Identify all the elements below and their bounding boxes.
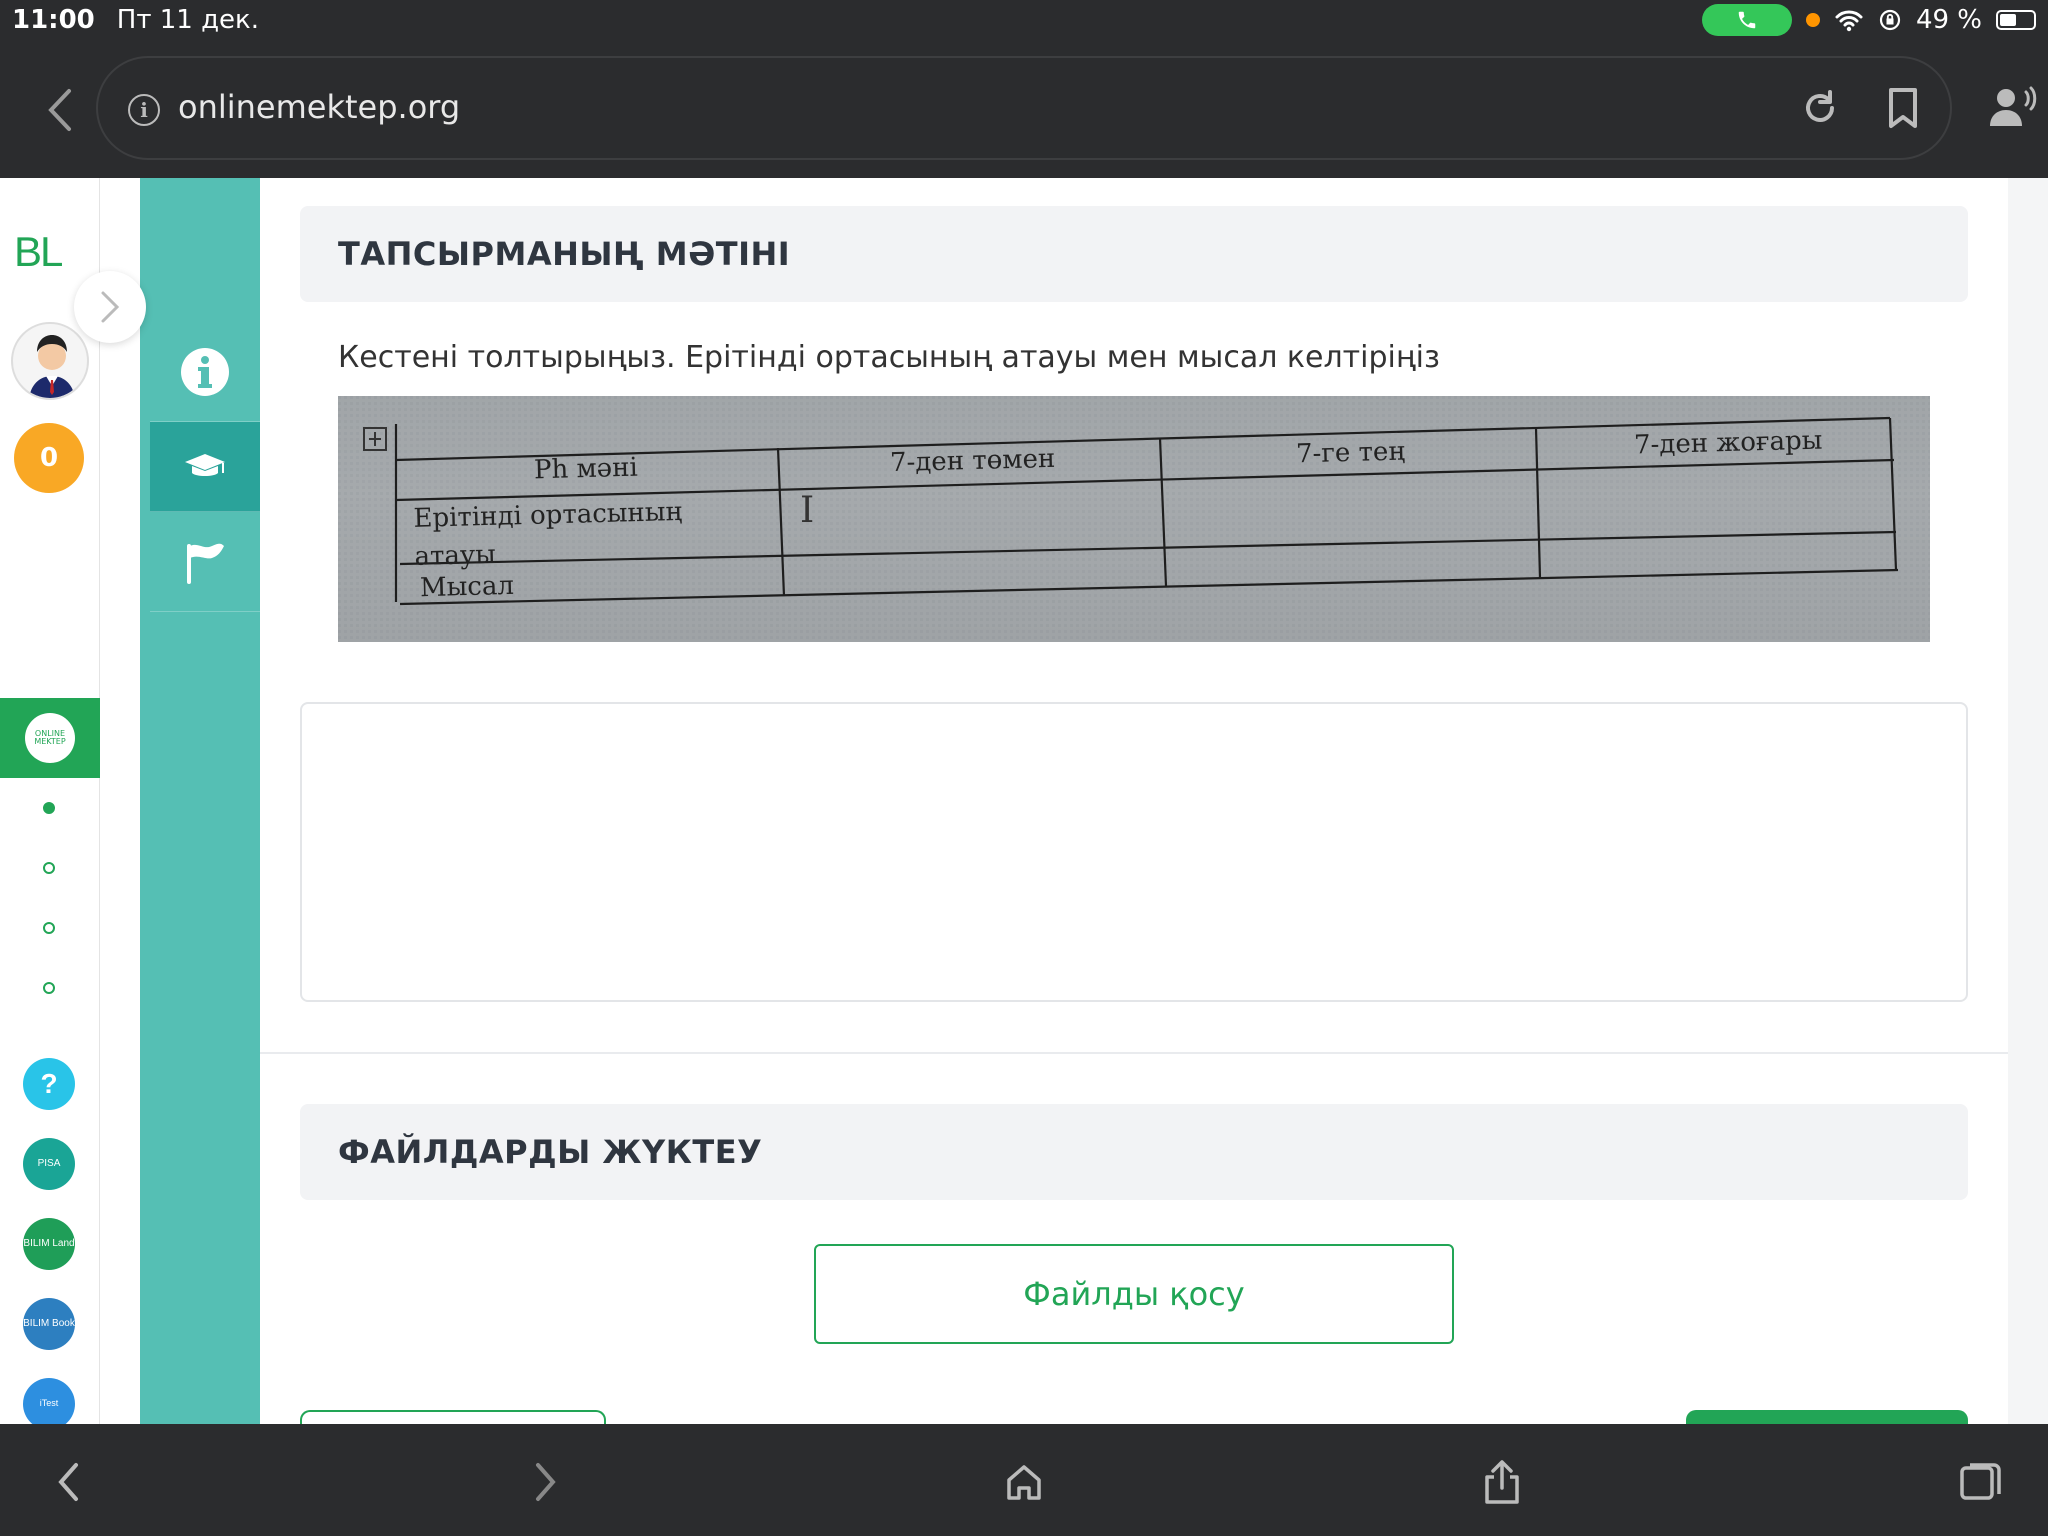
file-upload-heading: ФАЙЛДАРДЫ ЖҮКТЕУ xyxy=(300,1104,1968,1200)
home-icon xyxy=(1007,1465,1041,1500)
reload-button[interactable] xyxy=(1800,88,1840,132)
primary-action-button[interactable] xyxy=(1686,1410,1968,1424)
table-header-above7: 7-ден жоғары xyxy=(1633,425,1823,461)
table-header-ph: Ph мәні xyxy=(533,452,639,486)
task-text-heading: ТАПСЫРМАНЫҢ МӘТІНІ xyxy=(300,206,1968,302)
secondary-action-button[interactable] xyxy=(300,1410,606,1424)
lesson-nav xyxy=(140,178,260,1424)
mic-indicator-icon xyxy=(1805,13,1820,27)
share-icon xyxy=(1485,1460,1519,1504)
orientation-lock-icon xyxy=(1879,9,1901,31)
lesson-tab[interactable] xyxy=(150,422,260,512)
pisa-app-button[interactable]: PISA xyxy=(23,1138,75,1190)
address-bar[interactable]: i onlinemektep.org xyxy=(96,56,1952,160)
status-time: 11:00 xyxy=(12,5,95,35)
wifi-icon xyxy=(1835,10,1863,32)
pager-dot[interactable] xyxy=(43,922,55,934)
home-button[interactable] xyxy=(996,1454,1052,1510)
chevron-left-icon xyxy=(58,1463,78,1501)
coins-counter[interactable]: 0 xyxy=(14,423,84,493)
tabs-icon xyxy=(1960,1463,2001,1500)
chevron-left-icon xyxy=(48,89,71,131)
status-bar: 11:00 Пт 11 дек. 49 % xyxy=(0,0,2048,40)
bilimbook-app-button[interactable]: BILIM Book xyxy=(23,1298,75,1350)
text-cursor-icon: I xyxy=(800,490,815,531)
expand-sidebar-button[interactable] xyxy=(74,271,146,343)
web-page: BL 0 ONLINE MEKTEP ? PISA BILIM Land BIL… xyxy=(0,178,2048,1424)
battery-percent: 49 % xyxy=(1915,5,1982,35)
table-row-example: Мысал xyxy=(419,570,515,604)
reload-icon xyxy=(1806,90,1834,122)
online-mektep-tile[interactable]: ONLINE MEKTEP xyxy=(0,698,100,778)
browser-toolbar: i onlinemektep.org xyxy=(0,40,2048,178)
call-indicator-icon[interactable] xyxy=(1701,4,1792,36)
chevron-right-icon xyxy=(101,291,120,323)
flag-icon xyxy=(187,543,224,584)
url-text[interactable]: onlinemektep.org xyxy=(178,88,460,126)
task-instruction: Кестені толтырыңыз. Ерітінді ортасының а… xyxy=(338,340,1440,375)
itest-app-button[interactable]: iTest xyxy=(23,1378,75,1424)
pager-dot[interactable] xyxy=(43,982,55,994)
status-date: Пт 11 дек. xyxy=(116,5,260,35)
help-button[interactable]: ? xyxy=(23,1058,75,1110)
table-row-medium-name: Ерітінді ортасының атауы xyxy=(413,496,683,572)
history-forward-button[interactable] xyxy=(518,1454,574,1510)
answer-textarea[interactable] xyxy=(300,702,1968,1002)
pager-dot[interactable] xyxy=(43,862,55,874)
graduation-cap-icon xyxy=(185,453,225,476)
bl-logo[interactable]: BL xyxy=(14,228,63,276)
page-margin xyxy=(2008,178,2048,1424)
table-header-below7: 7-ден төмен xyxy=(889,443,1056,479)
bilimland-app-button[interactable]: BILIM Land xyxy=(23,1218,75,1270)
browser-bottom-toolbar xyxy=(0,1424,2048,1536)
bookmark-icon xyxy=(1889,88,1917,128)
battery-icon xyxy=(1996,10,2036,30)
app-sidebar: BL 0 ONLINE MEKTEP ? PISA BILIM Land BIL… xyxy=(0,178,100,1424)
add-file-button[interactable]: Файлды қосу xyxy=(814,1244,1454,1344)
table-header-equal7: 7-ге тең xyxy=(1295,436,1406,470)
history-back-button[interactable] xyxy=(40,1454,96,1510)
section-divider xyxy=(260,1052,2008,1054)
reader-voice-icon xyxy=(1990,86,2037,126)
chevron-right-icon xyxy=(536,1463,556,1501)
bookmark-button[interactable] xyxy=(1886,86,1920,134)
reader-button[interactable] xyxy=(1988,84,2038,132)
browser-back-button[interactable] xyxy=(30,80,90,140)
info-icon xyxy=(181,347,229,396)
main-content: ТАПСЫРМАНЫҢ МӘТІНІ Кестені толтырыңыз. Е… xyxy=(260,178,2008,1424)
goals-tab[interactable] xyxy=(150,512,260,612)
share-button[interactable] xyxy=(1474,1454,1530,1510)
tabs-button[interactable] xyxy=(1952,1454,2008,1510)
user-avatar[interactable] xyxy=(11,322,89,400)
task-table-photo: Ph мәні 7-ден төмен 7-ге тең 7-ден жоғар… xyxy=(338,396,1930,642)
site-info-icon[interactable]: i xyxy=(128,94,160,126)
pager-dot[interactable] xyxy=(43,802,55,814)
online-mektep-logo: ONLINE MEKTEP xyxy=(25,713,75,763)
info-tab[interactable] xyxy=(150,322,260,422)
